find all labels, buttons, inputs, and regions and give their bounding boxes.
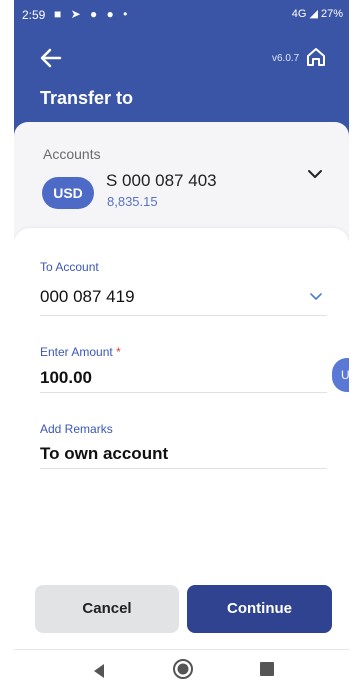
transfer-form: To Account 000 087 419 Enter Amount * 10… — [14, 228, 349, 693]
cancel-button[interactable]: Cancel — [35, 585, 179, 633]
remarks-input[interactable]: To own account — [40, 444, 168, 464]
back-arrow-icon[interactable] — [38, 45, 64, 71]
status-time: 2:59 — [22, 8, 46, 22]
home-icon[interactable] — [305, 46, 327, 68]
nav-home-icon[interactable] — [172, 658, 194, 680]
required-marker: * — [116, 345, 121, 359]
amount-label: Enter Amount * — [40, 345, 121, 359]
side-tab-button[interactable]: U — [332, 358, 349, 392]
source-account-card[interactable]: Accounts USD S 000 087 403 8,835.15 — [14, 122, 349, 242]
nav-recents-icon[interactable] — [260, 662, 274, 676]
amount-input[interactable]: 100.00 — [40, 368, 92, 388]
nav-divider — [14, 649, 349, 650]
to-account-select[interactable]: 000 087 419 — [40, 287, 135, 307]
signal-battery-status: 4G ◢ 27% — [291, 8, 343, 20]
remarks-underline — [40, 468, 327, 469]
chevron-down-icon[interactable] — [307, 166, 323, 182]
nav-back-icon[interactable] — [90, 662, 108, 680]
status-bar: 2:59 ■ ➤ ● ● • 4G ◢ 27% — [14, 0, 349, 30]
chevron-down-icon[interactable] — [308, 288, 324, 304]
app-version: v6.0.7 — [272, 53, 300, 64]
source-account-balance: 8,835.15 — [107, 194, 158, 209]
notification-icons: ■ ➤ ● ● • — [54, 7, 131, 21]
to-account-underline — [40, 315, 327, 316]
source-account-number: S 000 087 403 — [106, 171, 217, 190]
accounts-label: Accounts — [43, 146, 101, 162]
remarks-label: Add Remarks — [40, 422, 113, 436]
currency-badge: USD — [42, 177, 94, 209]
page-title: Transfer to — [40, 88, 134, 108]
app-header: 2:59 ■ ➤ ● ● • 4G ◢ 27% v6.0.7 Transfer … — [14, 0, 349, 140]
amount-underline — [40, 392, 327, 393]
phone-screen: 2:59 ■ ➤ ● ● • 4G ◢ 27% v6.0.7 Transfer … — [14, 0, 349, 693]
to-account-label: To Account — [40, 260, 99, 274]
continue-button[interactable]: Continue — [187, 585, 332, 633]
